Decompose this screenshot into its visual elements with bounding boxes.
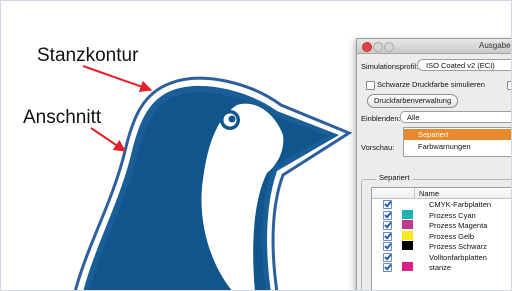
- separation-name: stanze: [429, 263, 452, 272]
- die-line-arrow: [82, 65, 153, 93]
- separation-name: Prozess Schwarz: [429, 242, 487, 251]
- show-label: Einblenden:: [361, 114, 401, 123]
- visibility-checkbox[interactable]: [383, 252, 392, 262]
- dialog-titlebar: Ausgabe: [357, 39, 511, 54]
- separation-name: Prozess Gelb: [429, 231, 475, 241]
- bleed-callout: Anschnitt: [23, 107, 102, 128]
- table-row[interactable]: CMYK-Farbplatten: [372, 199, 511, 209]
- table-row[interactable]: Prozess Magenta: [372, 220, 511, 230]
- color-swatch: [402, 209, 413, 219]
- output-preview-dialog: Ausgabe Simulationsprofil: ISO Coated v2…: [356, 38, 511, 290]
- simulation-profile-label: Simulationsprofil:: [361, 62, 419, 71]
- visibility-checkbox[interactable]: [383, 210, 392, 220]
- simulate-black-ink-checkbox[interactable]: [366, 81, 375, 90]
- separation-name: CMYK-Farbplatten: [429, 200, 492, 209]
- visibility-checkbox[interactable]: [383, 242, 392, 251]
- preview-label: Vorschau:: [361, 143, 395, 152]
- screenshot-stage: Stanzkontur Anschnitt Ausgabe Simulation…: [0, 0, 512, 291]
- simulation-profile-select[interactable]: ISO Coated v2 (ECI): [417, 59, 511, 71]
- preview-option-color-warnings[interactable]: Farbwarnungen: [404, 141, 511, 152]
- table-row[interactable]: Prozess Gelb: [372, 230, 511, 241]
- visibility-checkbox[interactable]: [383, 200, 392, 209]
- table-row[interactable]: Prozess Cyan: [372, 209, 511, 220]
- table-row[interactable]: stanze: [372, 262, 511, 272]
- column-header-name[interactable]: Name: [419, 189, 439, 198]
- close-icon[interactable]: [362, 42, 372, 52]
- zoom-icon[interactable]: [384, 42, 394, 52]
- column-divider: [414, 188, 415, 198]
- preview-option-separated[interactable]: Separiert: [404, 129, 511, 140]
- table-row[interactable]: Volltonfarbplatten: [372, 252, 511, 262]
- minimize-icon[interactable]: [373, 42, 383, 52]
- color-swatch: [402, 220, 413, 229]
- die-line-callout: Stanzkontur: [37, 45, 139, 66]
- color-swatch: [402, 230, 413, 240]
- second-checkbox[interactable]: [507, 81, 511, 90]
- separation-name: Prozess Cyan: [429, 210, 476, 220]
- color-swatch: [402, 241, 413, 250]
- table-header: Name: [372, 188, 511, 199]
- table-row[interactable]: Prozess Schwarz: [372, 241, 511, 251]
- ink-manager-button[interactable]: Druckfarbenverwaltung: [367, 94, 459, 108]
- separations-table: Name CMYK-Farbplatten Prozess Cyan Prozess …: [371, 187, 511, 290]
- visibility-checkbox[interactable]: [383, 263, 392, 272]
- preview-dropdown-menu: Separiert Farbwarnungen: [403, 127, 511, 157]
- separation-name: Volltonfarbplatten: [429, 252, 487, 262]
- simulate-black-ink-label: Schwarze Druckfarbe simulieren: [377, 80, 485, 89]
- show-select[interactable]: Alle: [400, 111, 511, 123]
- separation-name: Prozess Magenta: [429, 221, 488, 230]
- visibility-checkbox[interactable]: [383, 231, 392, 241]
- separations-group-label: Separiert: [376, 173, 413, 182]
- color-swatch: [402, 262, 413, 271]
- dialog-title: Ausgabe: [479, 41, 511, 50]
- visibility-checkbox[interactable]: [383, 221, 392, 230]
- bleed-arrow: [90, 127, 126, 152]
